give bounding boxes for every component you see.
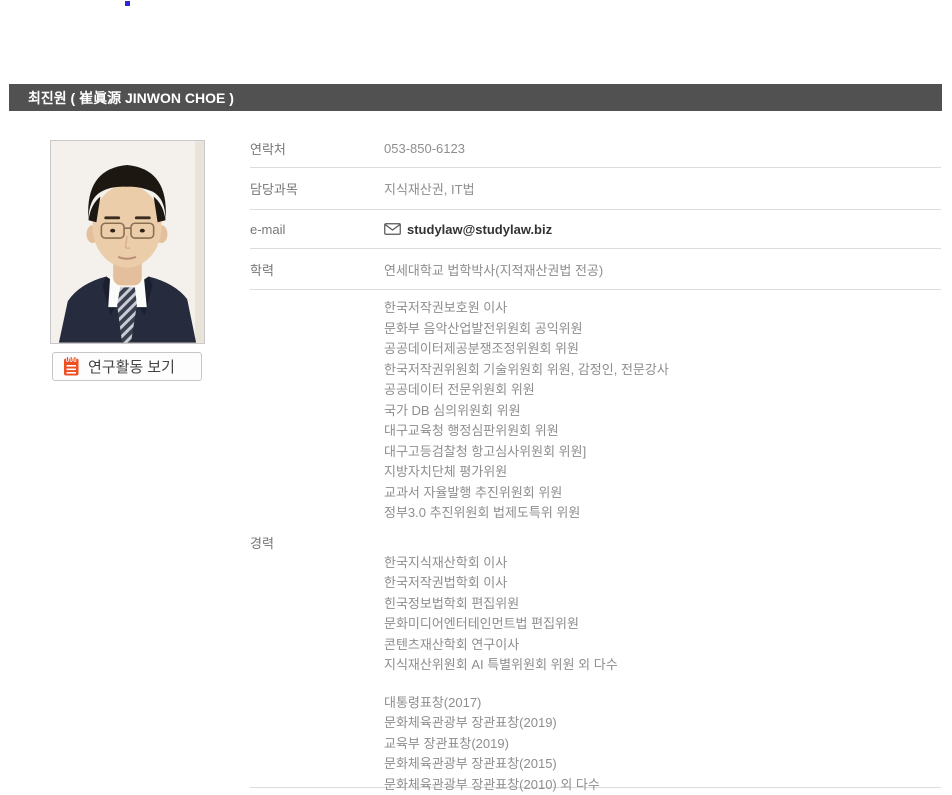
career-line: 대구고등검찰청 항고심사위원회 위원]: [384, 442, 941, 463]
career-line: 콘텐츠재산학회 연구이사: [384, 635, 941, 656]
info-label-contact: 연락처: [250, 139, 384, 158]
career-line: 교과서 자율발행 추진위원회 위원: [384, 483, 941, 504]
info-row-subjects: 담당과목 지식재산권, IT법: [250, 168, 941, 210]
info-row-contact: 연락처 053-850-6123: [250, 130, 941, 168]
career-line: 문화체육관광부 장관표창(2019): [384, 713, 941, 734]
info-label-education: 학력: [250, 260, 384, 279]
career-line: 힌국정보법학회 편집위원: [384, 594, 941, 615]
career-content: 한국저작권보호원 이사문화부 음악산업발전위원회 공익위원공공데이터제공분쟁조정…: [384, 290, 941, 795]
info-label-subjects: 담당과목: [250, 179, 384, 198]
career-line: 문화부 음악산업발전위원회 공익위원: [384, 319, 941, 340]
career-line: 한국저작권보호원 이사: [384, 298, 941, 319]
career-line: 교육부 장관표창(2019): [384, 734, 941, 755]
profile-name: 최진원 ( 崔眞源 JINWON CHOE ): [9, 88, 234, 108]
career-group-academic: 한국지식재산학회 이사한국저작권법학회 이사힌국정보법학회 편집위원문화미디어엔…: [384, 553, 941, 676]
career-line: 국가 DB 심의위원회 위원: [384, 401, 941, 422]
career-line: 대통령표창(2017): [384, 693, 941, 714]
info-value-email: studylaw@studylaw.biz: [384, 222, 552, 237]
career-group-public-committees: 한국저작권보호원 이사문화부 음악산업발전위원회 공익위원공공데이터제공분쟁조정…: [384, 298, 941, 524]
info-value-education: 연세대학교 법학박사(지적재산권법 전공): [384, 260, 603, 279]
research-activity-button[interactable]: 연구활동 보기: [52, 352, 202, 381]
top-artifact-marker: [125, 1, 130, 6]
career-line: 한국지식재산학회 이사: [384, 553, 941, 574]
career-line: 공공데이터 전문위원회 위원: [384, 380, 941, 401]
info-row-education: 학력 연세대학교 법학박사(지적재산권법 전공): [250, 249, 941, 290]
profile-title-bar: 최진원 ( 崔眞源 JINWON CHOE ): [9, 84, 942, 111]
profile-photo: [50, 140, 205, 344]
career-line: 문화체육관광부 장관표창(2010) 외 다수: [384, 775, 941, 795]
envelope-icon: [384, 223, 401, 235]
career-line: 문화체육관광부 장관표창(2015): [384, 754, 941, 775]
research-activity-button-label: 연구활동 보기: [88, 356, 175, 377]
career-line: 한국저작권법학회 이사: [384, 573, 941, 594]
career-line: 문화미디어엔터테인먼트법 편집위원: [384, 614, 941, 635]
info-value-contact: 053-850-6123: [384, 141, 465, 156]
career-line: 한국저작권위원회 기술위원회 위원, 감정인, 전문강사: [384, 360, 941, 381]
career-line: 대구교육청 행정심판위원회 위원: [384, 421, 941, 442]
info-row-email: e-mail studylaw@studylaw.biz: [250, 210, 941, 249]
notepad-icon: [63, 356, 80, 377]
career-group-awards: 대통령표창(2017)문화체육관광부 장관표창(2019)교육부 장관표창(20…: [384, 693, 941, 795]
career-line: 정부3.0 추진위원회 법제도특위 위원: [384, 503, 941, 524]
career-label: 경력: [250, 533, 274, 552]
info-table: 연락처 053-850-6123 담당과목 지식재산권, IT법 e-mail …: [250, 130, 941, 788]
career-line: 공공데이터제공분쟁조정위원회 위원: [384, 339, 941, 360]
info-label-email: e-mail: [250, 222, 384, 237]
career-line: 지방자치단체 평가위원: [384, 462, 941, 483]
profile-photo-image: [51, 141, 204, 343]
info-value-subjects: 지식재산권, IT법: [384, 179, 475, 198]
email-link[interactable]: studylaw@studylaw.biz: [407, 222, 552, 237]
career-line: 지식재산위원회 AI 특별위원회 위원 외 다수: [384, 655, 941, 676]
info-row-career: 경력 한국저작권보호원 이사문화부 음악산업발전위원회 공익위원공공데이터제공분…: [250, 290, 941, 788]
